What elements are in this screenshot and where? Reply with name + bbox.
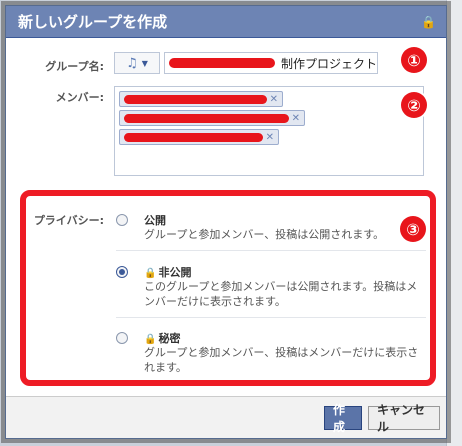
redaction-mark [124, 113, 289, 123]
remove-icon[interactable]: ✕ [270, 94, 278, 105]
create-button[interactable]: 作成 [324, 403, 362, 434]
group-name-input[interactable]: 制作プロジェクト [164, 52, 378, 74]
members-input[interactable]: ✕ ✕ ✕ [114, 86, 424, 176]
music-note-icon: ♫ [126, 55, 138, 71]
dialog-titlebar: 新しいグループを作成 🔒 [6, 6, 446, 38]
redaction-mark [124, 94, 267, 104]
member-token[interactable]: ✕ [119, 91, 283, 107]
remove-icon[interactable]: ✕ [292, 113, 300, 124]
option-title-row: 🔒 非公開 [144, 264, 191, 280]
lock-icon: 🔒 [421, 14, 436, 29]
option-title: 公開 [144, 214, 166, 227]
remove-icon[interactable]: ✕ [266, 132, 274, 143]
member-token[interactable]: ✕ [119, 110, 305, 126]
dialog-title: 新しいグループを作成 [18, 13, 168, 31]
option-divider [116, 317, 426, 318]
annotation-badge-1: ① [401, 47, 427, 73]
group-name-label: グループ名: [45, 60, 104, 73]
member-token[interactable]: ✕ [119, 129, 279, 145]
option-description: グループと参加メンバー、投稿はメンバーだけに表示されます。 [144, 346, 419, 374]
chevron-down-icon: ▼ [141, 58, 148, 68]
option-divider [116, 250, 426, 251]
group-name-value: 制作プロジェクト [280, 56, 377, 71]
dialog-footer: 作成 キャンセル [6, 396, 446, 438]
radio-public[interactable] [116, 214, 128, 226]
option-description: グループと参加メンバー、投稿は公開されます。 [144, 228, 385, 241]
radio-secret[interactable] [116, 332, 128, 344]
option-description: このグループと参加メンバーは公開されます。投稿はメンバーだけに表示されます。 [144, 280, 418, 308]
redaction-mark [169, 58, 275, 68]
lock-icon: 🔒 [144, 334, 157, 345]
option-title: 秘密 [158, 332, 181, 345]
members-label: メンバー: [55, 91, 104, 104]
lock-icon: 🔒 [144, 268, 157, 279]
redaction-mark [124, 132, 263, 142]
privacy-label: プライバシー: [33, 214, 104, 227]
cancel-button[interactable]: キャンセル [368, 403, 440, 434]
option-title: 非公開 [158, 266, 192, 279]
annotation-badge-2: ② [401, 92, 427, 118]
group-icon-selector[interactable]: ♫ ▼ [114, 52, 160, 74]
page-background [446, 0, 462, 446]
option-title-row: 🔒 秘密 [144, 330, 180, 346]
create-group-dialog: 新しいグループを作成 🔒 グループ名: ♫ ▼ 制作プロジェクト ① メンバー:… [5, 5, 447, 439]
radio-closed[interactable] [116, 266, 128, 278]
